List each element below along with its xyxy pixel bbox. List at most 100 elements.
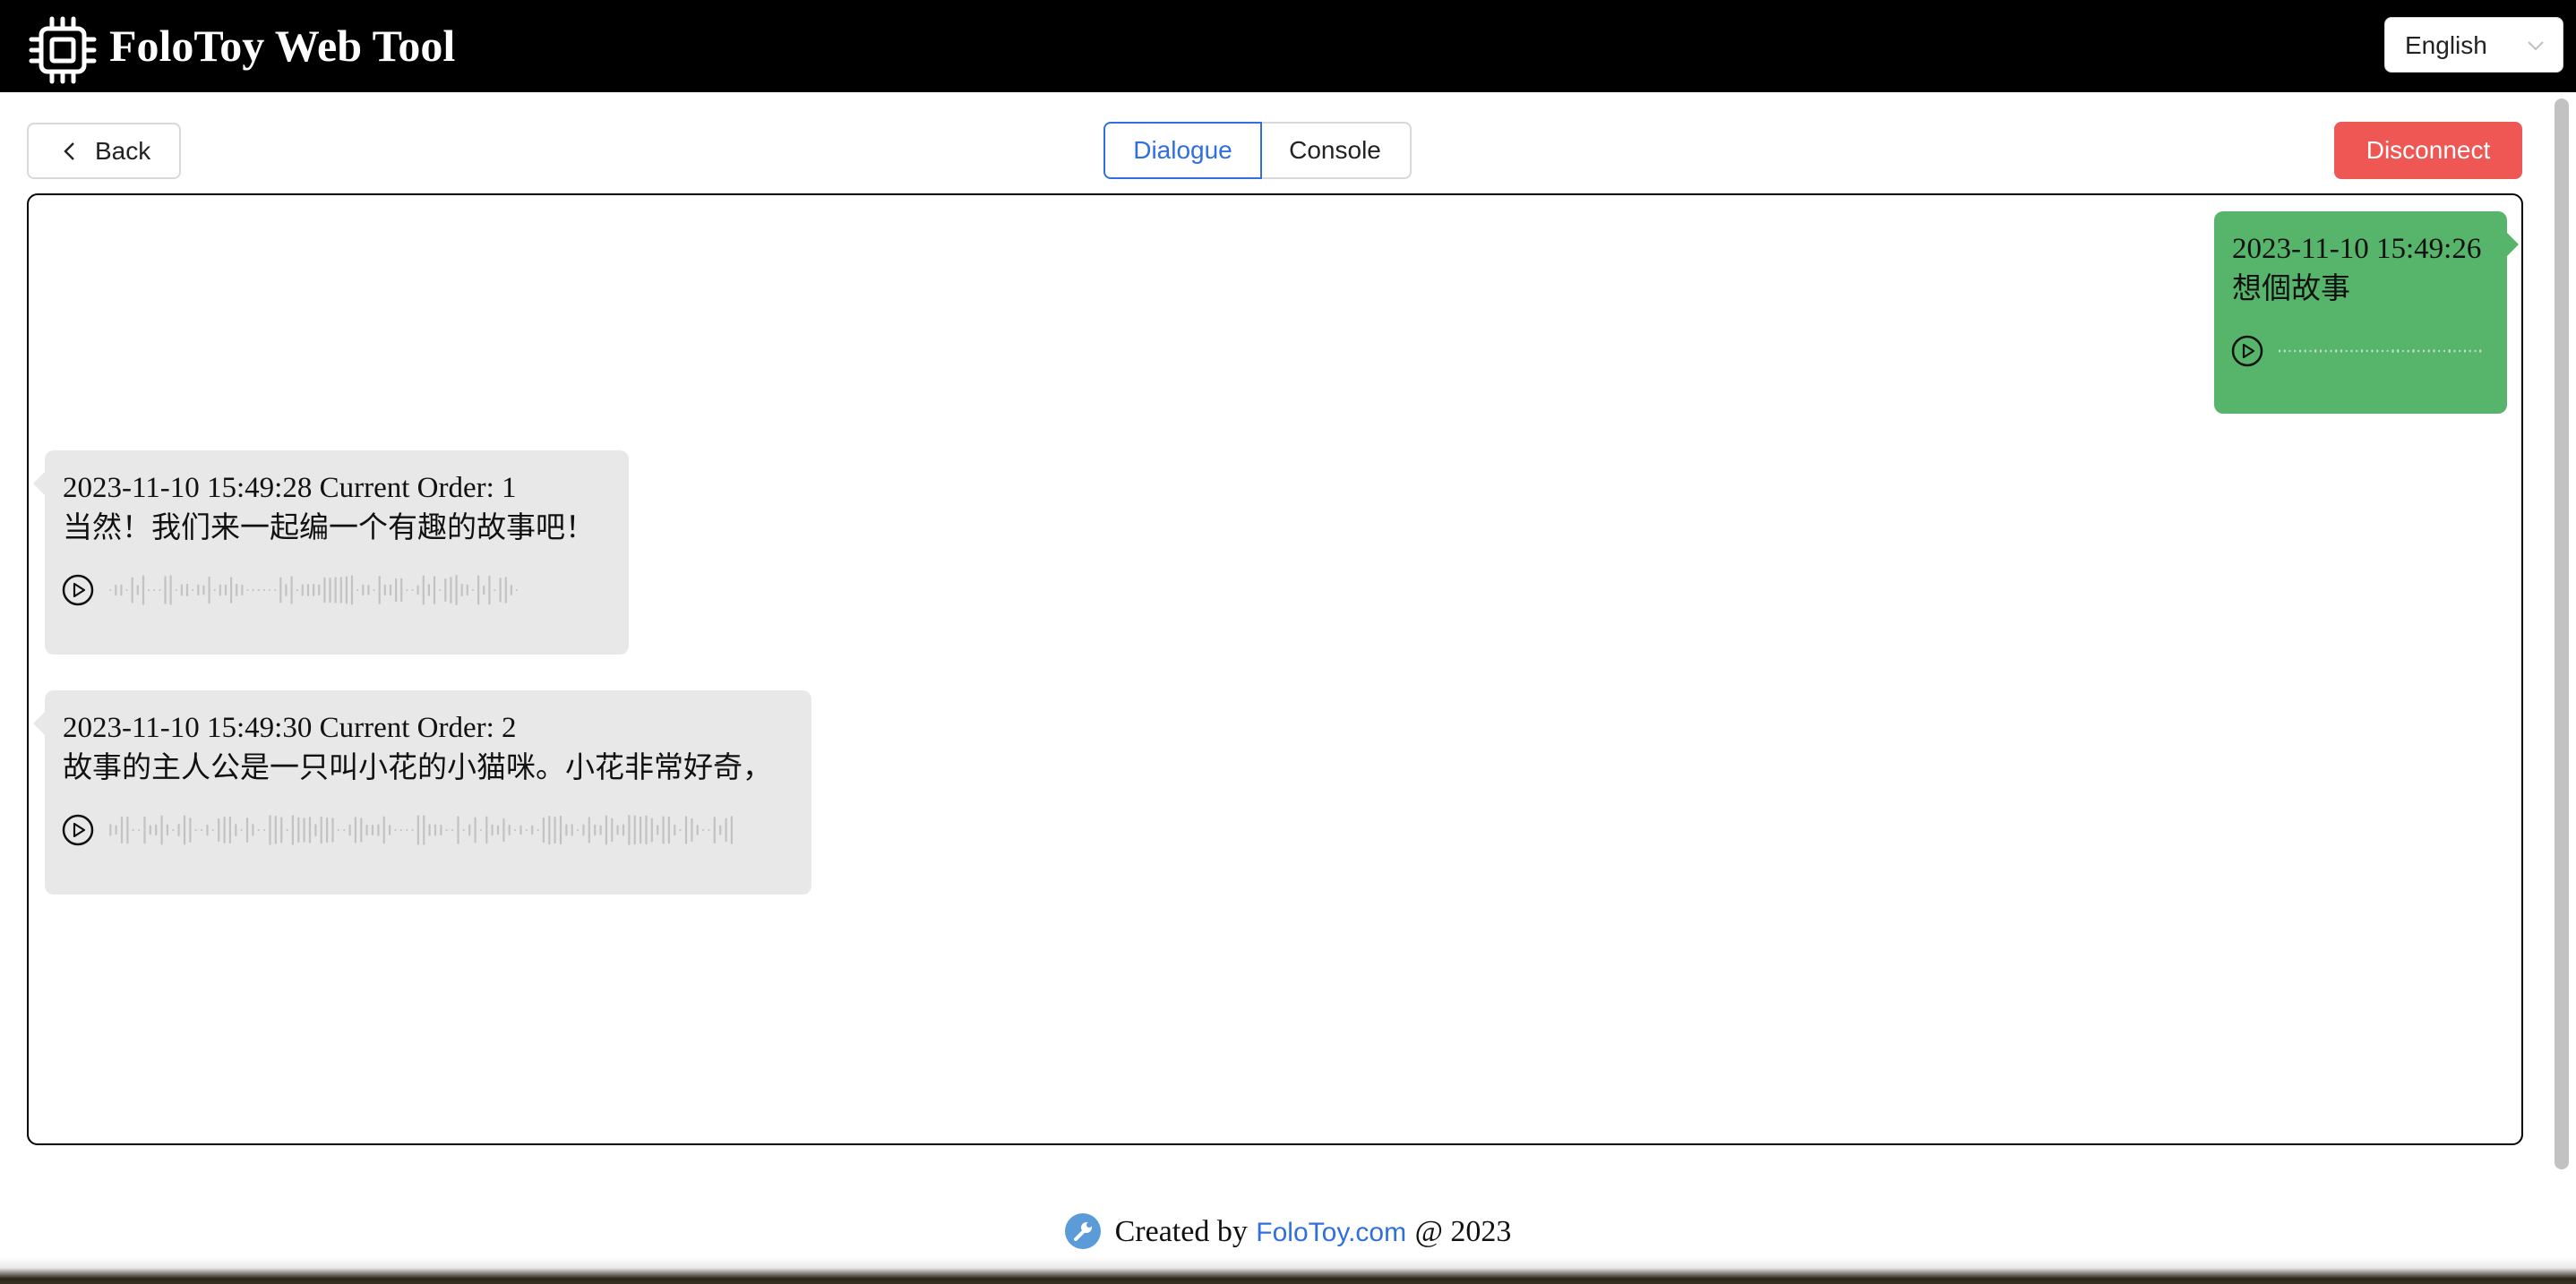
waveform-bar [337,829,339,831]
waveform-bar [241,584,244,595]
waveform-bar [499,578,502,603]
waveform-bar [542,817,545,843]
waveform-bar [192,589,194,591]
foloty-link[interactable]: FoloToy.com [1256,1218,1406,1247]
waveform-bar [329,578,331,603]
waveform-bar [400,578,403,603]
waveform-bar [483,585,485,595]
window-bottom-edge [0,1257,2576,1284]
waveform-bar [223,817,226,843]
waveform-bar [730,816,733,844]
waveform-bar [662,816,665,844]
footer-suffix: @ 2023 [1414,1215,1512,1248]
waveform-bar [345,576,348,604]
language-select[interactable]: English [2384,17,2563,73]
waveform-bar [257,589,260,591]
waveform-bar [389,825,391,835]
waveform-bar [510,585,512,595]
play-icon[interactable] [61,573,95,607]
waveform-bar [263,829,266,831]
waveform-bar [2330,349,2332,353]
waveform-bar [269,815,271,845]
waveform-bar [451,829,454,831]
waveform-bar [166,824,168,836]
waveform-bar [279,577,282,603]
waveform-bar [491,824,494,836]
message-text: 当然！我们来一起编一个有趣的故事吧！ [63,512,595,544]
waveform-bar [2340,349,2343,353]
footer-prefix: Created by [1114,1215,1248,1248]
waveform-bar [164,576,167,604]
waveform-bar [252,589,254,591]
waveform-bar [169,575,172,605]
wrench-icon [1064,1213,1101,1249]
waveform-bar [548,815,551,845]
waveform-bar [502,817,505,843]
page-scrollbar[interactable] [2555,98,2569,1169]
user-message: 2023-11-10 15:49:26 想個故事 [2214,211,2519,414]
play-icon[interactable] [2230,334,2264,368]
waveform-bar [202,585,205,595]
waveform-bar [433,576,436,604]
waveform-bar [291,815,294,845]
waveform-bar [594,824,597,836]
waveform-bar [691,818,693,843]
back-button[interactable]: Back [27,123,181,179]
waveform-bar [2397,349,2400,353]
waveform-bar [2443,349,2446,353]
waveform-bar [262,589,265,591]
waveform-bar [206,824,209,836]
waveform-bar [185,584,189,596]
message-text: 想個故事 [2232,273,2350,305]
waveform-bar [399,829,402,831]
waveform-bar [2459,349,2461,353]
tab-dialogue[interactable]: Dialogue [1103,122,1262,179]
waveform-bar [457,816,459,844]
waveform-bar [109,589,112,591]
waveform-bar [679,829,682,831]
waveform-bar [378,576,381,604]
waveform-bar [2314,349,2317,353]
footer-credit: Created by FoloToy.com @ 2023 [1064,1205,1512,1259]
waveform-bar [339,577,342,603]
waveform-bar [131,577,133,603]
waveform-bar [719,825,722,835]
audio-player [61,572,562,608]
waveform-bar [367,585,370,595]
waveform-bar [2371,349,2374,353]
waveform-bar [494,589,496,591]
waveform-bar [148,589,150,591]
waveform-bar [504,577,507,603]
waveform-bar [2417,349,2420,353]
bubble-tail [33,472,45,495]
waveform-bar [274,589,277,591]
waveform-bar [228,817,231,843]
waveform-bar [571,824,573,836]
tab-console[interactable]: Console [1260,122,1412,179]
waveform-bar [159,589,161,591]
waveform-bar [485,816,488,844]
waveform-bar [274,816,277,844]
play-icon[interactable] [61,813,95,847]
waveform-bar [308,817,312,843]
waveform-bar [577,829,580,831]
waveform-bar [582,824,585,836]
message-meta: 2023-11-10 15:49:28 Current Order: 1 [63,472,517,504]
disconnect-button[interactable]: Disconnect [2334,122,2522,179]
waveform-bar [611,817,614,843]
footer: Created by FoloToy.com @ 2023 [0,1205,2576,1257]
waveform-bar [439,589,442,591]
waveform-bar [360,817,363,843]
waveform-bar [180,584,183,596]
waveform-bar [565,824,568,836]
waveform-bar [444,578,447,602]
back-button-label: Back [95,137,151,165]
waveform-bar [2324,349,2327,353]
waveform-bar [2401,349,2405,353]
waveform-bar [201,829,203,831]
waveform-bar [2283,349,2286,353]
waveform-bar [474,817,477,843]
waveform-bar [115,584,117,596]
waveform-bar [559,815,562,845]
audio-player [61,812,760,848]
